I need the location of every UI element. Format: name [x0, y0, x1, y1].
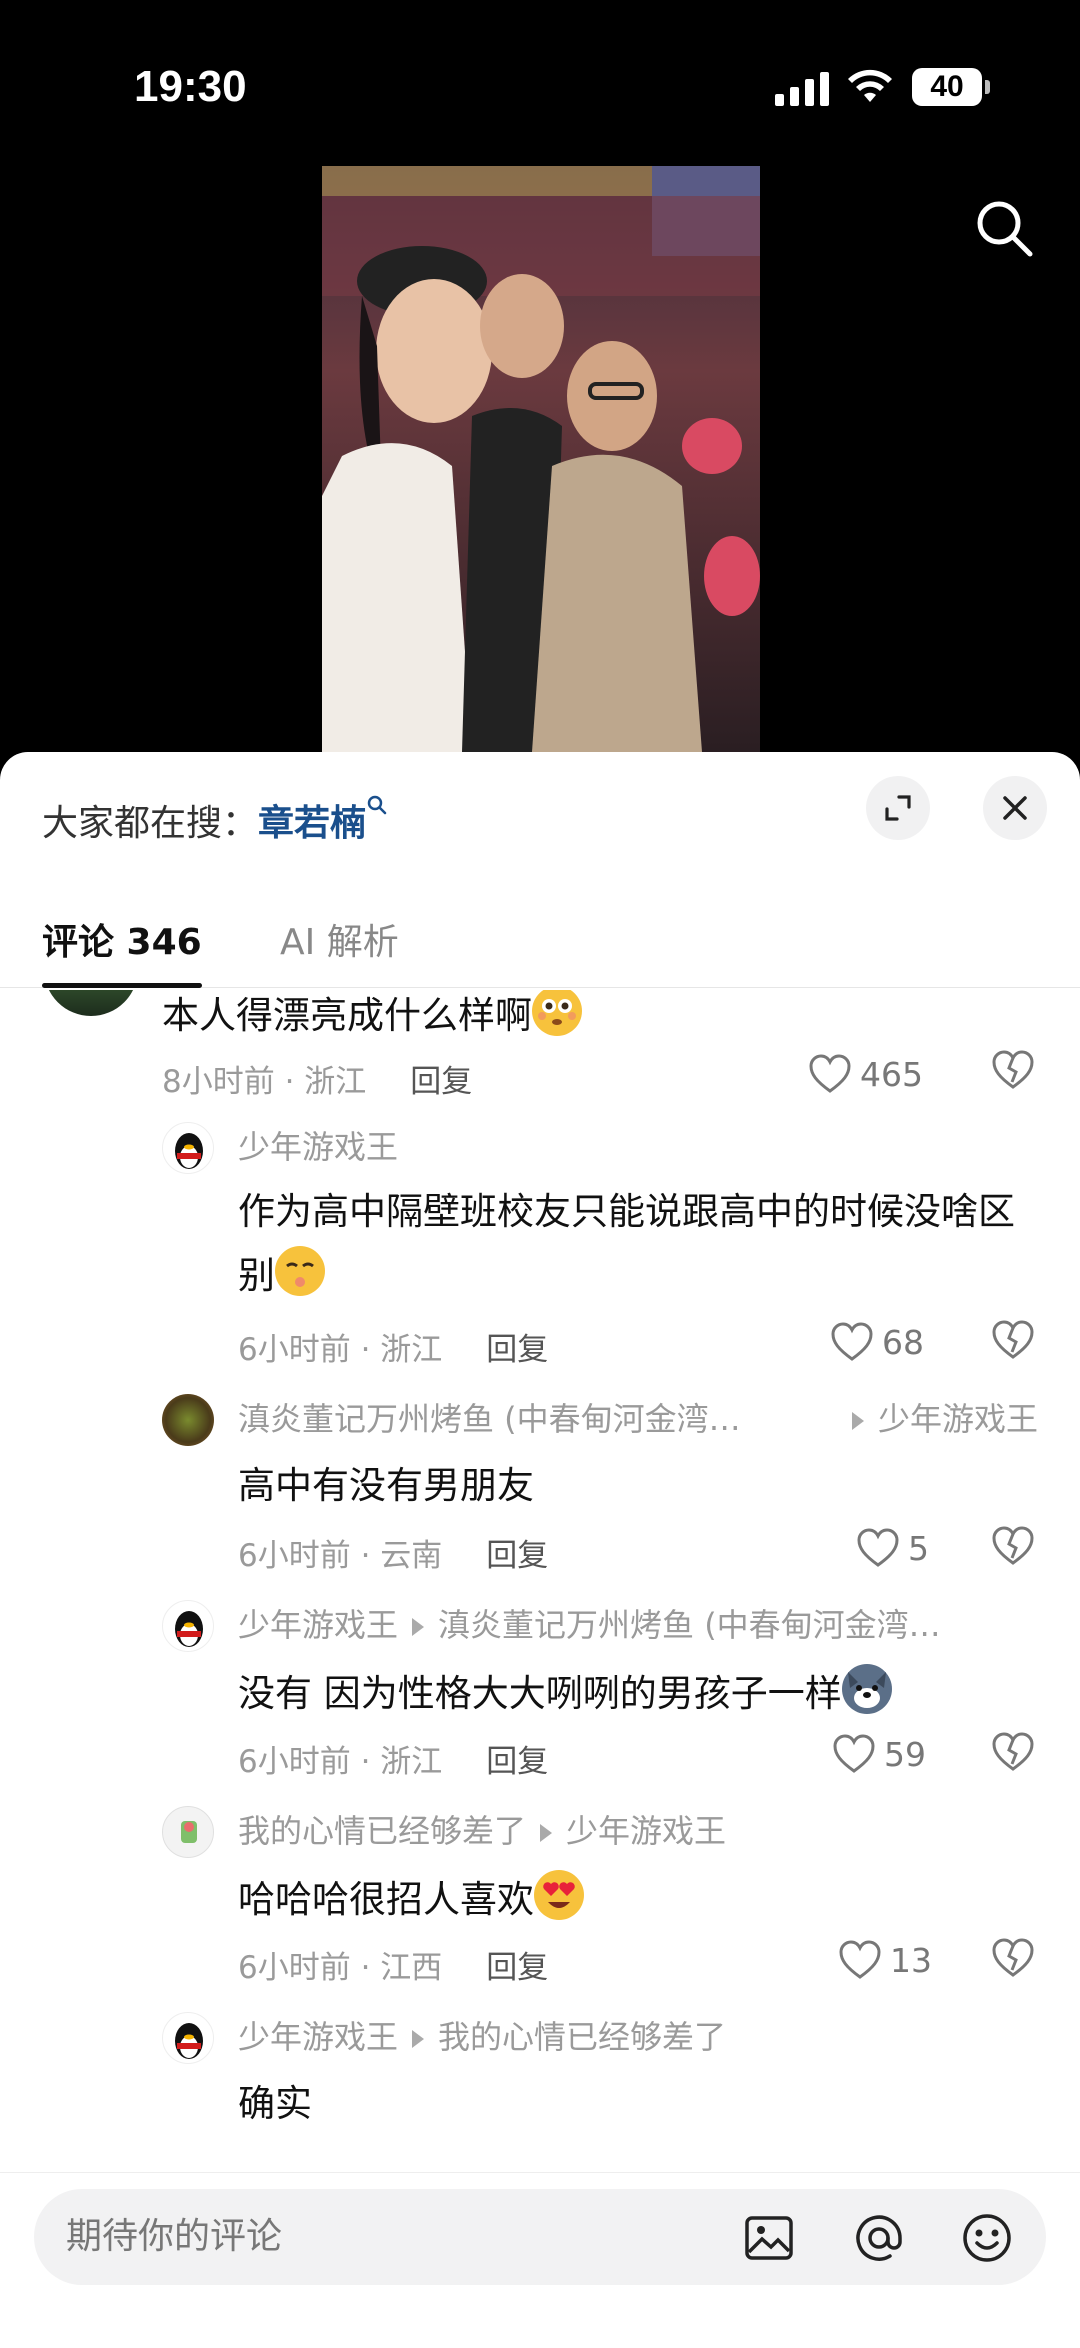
reply-to[interactable]: 少年游戏王: [838, 1394, 1038, 1440]
avatar[interactable]: [162, 1122, 214, 1174]
reply-to-username[interactable]: 我的心情已经够差了: [438, 2018, 726, 2056]
like-button[interactable]: 59: [832, 1734, 926, 1774]
comment-username[interactable]: 滇炎董记万州烤鱼 (中春甸河金湾…: [238, 1394, 741, 1440]
comment-list[interactable]: 本人得漂亮成什么样啊 8小时前 · 浙江 回复 465 少年游戏王 作为高中隔壁班…: [0, 990, 1080, 2172]
expand-button[interactable]: [866, 776, 930, 840]
expand-icon: [885, 795, 911, 821]
avatar[interactable]: [162, 1600, 214, 1652]
hot-search-prefix: 大家都在搜：: [42, 803, 259, 844]
heart-icon: [839, 1940, 881, 1979]
reply-button[interactable]: 回复: [410, 1064, 472, 1100]
comment-time-location: 6小时前 · 浙江: [238, 1744, 443, 1780]
comment-header: 我的心情已经够差了 少年游戏王: [238, 1806, 726, 1852]
tab-comments[interactable]: 评论 346: [42, 898, 202, 988]
comment-meta: 6小时前 · 江西 回复: [238, 1942, 548, 1987]
video-frame: [322, 166, 760, 752]
status-time: 19:30: [134, 62, 247, 111]
shushing-face-emoji: [275, 1246, 325, 1296]
reply-to-username[interactable]: 滇炎董记万州烤鱼 (中春甸河金湾…: [438, 1606, 941, 1644]
reply-button[interactable]: 回复: [486, 1950, 548, 1986]
reply-arrow-icon: [412, 2030, 425, 2048]
comment-username[interactable]: 我的心情已经够差了: [238, 1812, 526, 1850]
wifi-icon: [848, 69, 892, 102]
close-icon: [1003, 796, 1027, 820]
hot-search-keyword[interactable]: 章若楠: [258, 803, 366, 844]
reply-to-username[interactable]: 少年游戏王: [878, 1400, 1038, 1438]
comment-username[interactable]: 少年游戏王: [238, 2018, 398, 2056]
broken-heart-icon[interactable]: [991, 1730, 1035, 1774]
comment-meta: 6小时前 · 浙江 回复: [238, 1324, 548, 1369]
heart-icon: [833, 1734, 875, 1773]
reply-button[interactable]: 回复: [486, 1332, 548, 1368]
comment-text: 高中有没有男朋友: [238, 1464, 534, 1507]
avatar[interactable]: [44, 990, 138, 1016]
like-button[interactable]: 68: [830, 1322, 924, 1362]
like-count: 59: [884, 1734, 926, 1774]
comment-time-location: 8小时前 · 浙江: [162, 1064, 367, 1100]
comment-text: 本人得漂亮成什么样啊: [162, 990, 582, 1048]
comment-header: 少年游戏王 我的心情已经够差了: [238, 2012, 726, 2058]
comment-text: 没有 因为性格大大咧咧的男孩子一样: [238, 1662, 892, 1726]
video-player[interactable]: [322, 166, 760, 752]
status-bar: 19:30 40: [0, 0, 1080, 170]
comment-username[interactable]: 少年游戏王: [238, 1606, 398, 1644]
broken-heart-icon[interactable]: [991, 1318, 1035, 1362]
close-button[interactable]: [983, 776, 1047, 840]
reply-button[interactable]: 回复: [486, 1744, 548, 1780]
search-icon[interactable]: [972, 196, 1036, 260]
heart-eyes-face-emoji: [534, 1870, 584, 1920]
comment-sheet: 大家都在搜：章若楠 评论 346 AI 解析 本人得漂亮成什么样啊 8小时前 ·…: [0, 752, 1080, 2348]
at-icon[interactable]: [852, 2211, 906, 2265]
comment-input[interactable]: 期待你的评论: [34, 2189, 1046, 2285]
reply-arrow-icon: [852, 1412, 864, 1430]
cellular-signal-icon: [775, 72, 829, 106]
avatar[interactable]: [162, 1394, 214, 1446]
avatar[interactable]: [162, 1806, 214, 1858]
comment-meta: 6小时前 · 浙江 回复: [238, 1736, 548, 1781]
like-button[interactable]: 13: [838, 1940, 932, 1980]
heart-icon: [831, 1322, 873, 1361]
comment-text: 确实: [238, 2082, 312, 2125]
hot-search-bar[interactable]: 大家都在搜：章若楠: [42, 794, 388, 846]
heart-icon: [809, 1054, 851, 1093]
comment-text: 作为高中隔壁班校友只能说跟高中的时候没啥区别: [238, 1190, 1015, 1297]
like-count: 465: [860, 1054, 923, 1094]
reply-button[interactable]: 回复: [486, 1538, 548, 1574]
broken-heart-icon[interactable]: [991, 1048, 1035, 1092]
battery-indicator: 40: [912, 68, 990, 106]
broken-heart-icon[interactable]: [991, 1524, 1035, 1568]
comment-header: 少年游戏王 滇炎董记万州烤鱼 (中春甸河金湾…: [238, 1600, 941, 1646]
comment-input-placeholder: 期待你的评论: [66, 2216, 283, 2257]
reply-to-username[interactable]: 少年游戏王: [566, 1812, 726, 1850]
heart-icon: [857, 1528, 899, 1567]
tab-ai-analysis[interactable]: AI 解析: [280, 898, 399, 988]
small-search-icon: [367, 795, 387, 815]
comment-time-location: 6小时前 · 江西: [238, 1950, 443, 1986]
broken-heart-icon[interactable]: [991, 1936, 1035, 1980]
avatar[interactable]: [162, 2012, 214, 2064]
dog-face-emoji: [841, 1664, 892, 1714]
like-button[interactable]: 5: [856, 1528, 929, 1568]
like-count: 13: [890, 1940, 932, 1980]
comment-input-bar: 期待你的评论: [0, 2172, 1080, 2348]
comment-meta: 8小时前 · 浙江 回复: [162, 1056, 472, 1101]
comment-username[interactable]: 少年游戏王: [238, 1122, 398, 1168]
comment-time-location: 6小时前 · 浙江: [238, 1332, 443, 1368]
like-count: 68: [882, 1322, 924, 1362]
image-icon[interactable]: [742, 2211, 796, 2265]
like-count: 5: [908, 1528, 929, 1568]
tab-bar: 评论 346 AI 解析: [0, 898, 1080, 988]
comment-time-location: 6小时前 · 云南: [238, 1538, 443, 1574]
comment-meta: 6小时前 · 云南 回复: [238, 1530, 548, 1575]
emoji-icon[interactable]: [960, 2211, 1014, 2265]
reply-arrow-icon: [412, 1618, 425, 1636]
comment-text: 哈哈哈很招人喜欢: [238, 1868, 584, 1932]
reply-arrow-icon: [540, 1824, 553, 1842]
like-button[interactable]: 465: [808, 1054, 923, 1094]
flushed-face-emoji: [532, 990, 582, 1036]
